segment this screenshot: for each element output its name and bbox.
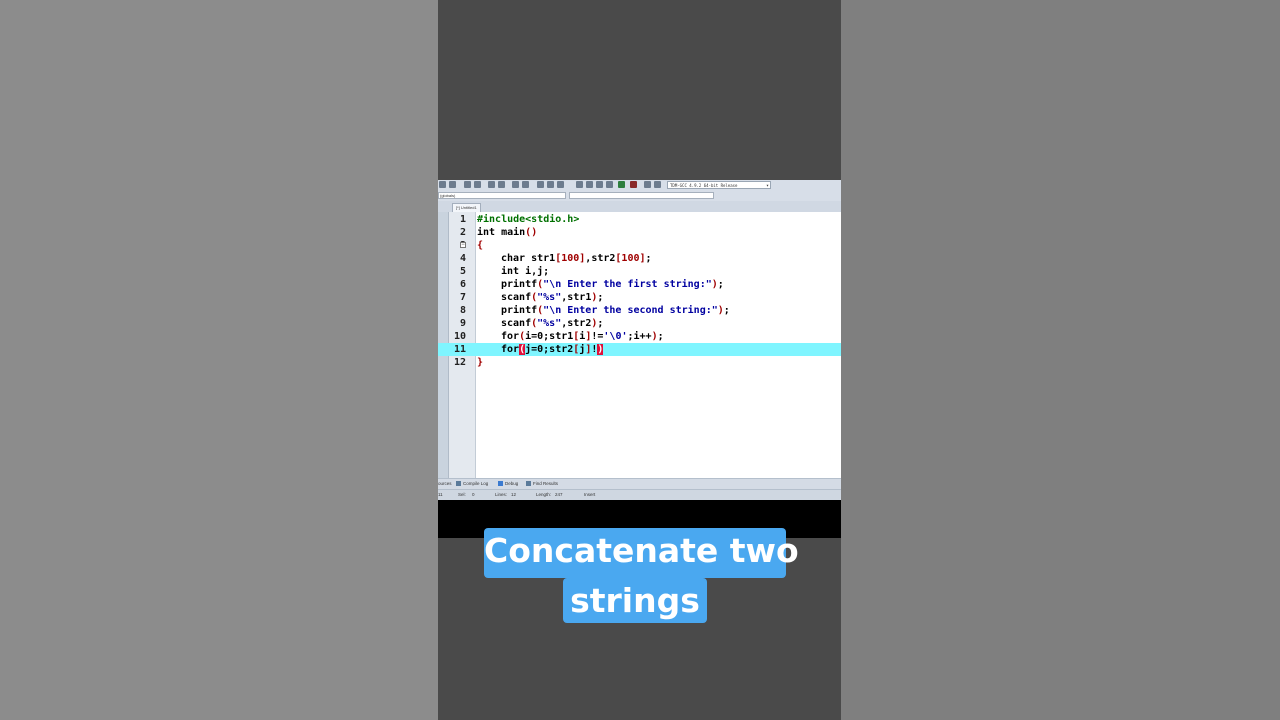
- undo-icon[interactable]: [464, 181, 471, 188]
- line-number: 1: [459, 214, 466, 225]
- line-number: 7: [459, 292, 466, 303]
- code-editor[interactable]: 1 #include<stdio.h> 2 int main() 3 − { 4…: [438, 212, 841, 478]
- status-sel-value: 0: [472, 492, 475, 497]
- line-number: 10: [453, 331, 466, 342]
- save-icon[interactable]: [449, 181, 456, 188]
- code-text: for(j=0;str2[j]!): [501, 344, 604, 355]
- fold-minus-icon[interactable]: −: [460, 242, 466, 248]
- code-line-2[interactable]: 2 int main(): [460, 226, 841, 239]
- class-toolbar: (globals): [438, 191, 841, 201]
- line-number: 5: [459, 266, 466, 277]
- chart-icon[interactable]: [644, 181, 651, 188]
- tab-compile-log[interactable]: Compile Log: [456, 479, 488, 489]
- code-line-3[interactable]: 3 − {: [460, 239, 841, 252]
- code-area[interactable]: 1 #include<stdio.h> 2 int main() 3 − { 4…: [438, 212, 841, 478]
- member-combo[interactable]: [569, 192, 714, 199]
- tab-resources[interactable]: ources: [438, 479, 452, 489]
- tab-find-results-label: Find Results: [533, 481, 559, 486]
- code-line-8[interactable]: 8 printf("\n Enter the second string:");: [460, 304, 841, 317]
- tab-debug[interactable]: Debug: [498, 479, 518, 489]
- code-line-1[interactable]: 1 #include<stdio.h>: [460, 213, 841, 226]
- code-text: #include<stdio.h>: [477, 214, 580, 225]
- code-text: scanf("%s",str1);: [501, 292, 604, 303]
- code-text: char str1[100],str2[100];: [501, 253, 652, 264]
- code-line-9[interactable]: 9 scanf("%s",str2);: [460, 317, 841, 330]
- status-sel-label: Sel:: [458, 492, 466, 497]
- line-number: 11: [453, 344, 466, 355]
- status-line: 11: [438, 492, 443, 497]
- tab-compile-log-label: Compile Log: [463, 481, 489, 486]
- code-line-12[interactable]: 12 }: [454, 356, 841, 369]
- compiler-select-value: TDM-GCC 4.9.2 64-bit Release: [670, 183, 738, 188]
- rebuild-icon[interactable]: [606, 181, 613, 188]
- line-number: 9: [459, 318, 466, 329]
- open-icon[interactable]: [439, 181, 446, 188]
- stop-icon[interactable]: [630, 181, 637, 188]
- code-line-6[interactable]: 6 printf("\n Enter the first string:");: [460, 278, 841, 291]
- toggle-icon[interactable]: [557, 181, 564, 188]
- tab-debug-label: Debug: [505, 481, 519, 486]
- check-icon[interactable]: [618, 181, 625, 188]
- tab-find-results[interactable]: Find Results: [526, 479, 558, 489]
- code-text: for(i=0;str1[i]!='\0';i++);: [501, 331, 664, 342]
- compiler-select[interactable]: TDM-GCC 4.9.2 64-bit Release ▾: [667, 181, 771, 189]
- right-blur-panel: [841, 0, 1280, 720]
- line-number: 2: [459, 227, 466, 238]
- code-line-5[interactable]: 5 int i,j;: [460, 265, 841, 278]
- status-length-label: Length:: [536, 492, 552, 497]
- code-line-11-current[interactable]: 11 for(j=0;str2[j]!): [438, 343, 841, 356]
- editor-tabbar: [*] Untitled1: [438, 201, 841, 212]
- profile-icon[interactable]: [654, 181, 661, 188]
- code-text: int main(): [477, 227, 538, 238]
- status-lines-value: 12: [511, 492, 517, 497]
- status-mode: Insert: [584, 492, 596, 497]
- unindent-icon[interactable]: [522, 181, 529, 188]
- ide-window: TDM-GCC 4.9.2 64-bit Release ▾ (globals)…: [438, 180, 841, 500]
- code-line-7[interactable]: 7 scanf("%s",str1);: [460, 291, 841, 304]
- redo-icon[interactable]: [474, 181, 481, 188]
- code-text: }: [477, 357, 484, 368]
- run-icon[interactable]: [586, 181, 593, 188]
- status-length-value: 247: [555, 492, 563, 497]
- code-text: scanf("%s",str2);: [501, 318, 604, 329]
- line-number: 6: [459, 279, 466, 290]
- compile-icon[interactable]: [576, 181, 583, 188]
- code-line-10[interactable]: 10 for(i=0;str1[i]!='\0';i++);: [454, 330, 841, 343]
- code-text: {: [477, 240, 484, 251]
- caption-line-1: Concatenate two: [484, 528, 799, 578]
- tab-untitled1[interactable]: [*] Untitled1: [452, 203, 481, 212]
- find-icon[interactable]: [488, 181, 495, 188]
- line-number: 12: [453, 357, 466, 368]
- code-text: printf("\n Enter the second string:");: [501, 305, 730, 316]
- status-lines-label: Lines:: [495, 492, 508, 497]
- debug-check-icon: [498, 481, 503, 487]
- replace-icon[interactable]: [498, 181, 505, 188]
- caption-line-2: strings: [563, 578, 707, 623]
- compile-log-icon: [456, 481, 461, 487]
- class-combo-value: (globals): [440, 193, 456, 198]
- compile-run-icon[interactable]: [596, 181, 603, 188]
- line-number: 4: [459, 253, 466, 264]
- chevron-down-icon: ▾: [765, 183, 769, 189]
- line-number: 8: [459, 305, 466, 316]
- code-text: printf("\n Enter the first string:");: [501, 279, 724, 290]
- status-bar: 11 Sel: 0 Lines: 12 Length: 247 Insert: [438, 489, 841, 500]
- class-combo[interactable]: (globals): [438, 192, 566, 199]
- code-line-4[interactable]: 4 char str1[100],str2[100];: [460, 252, 841, 265]
- indent-icon[interactable]: [512, 181, 519, 188]
- left-blur-panel: [0, 0, 438, 720]
- find-results-icon: [526, 481, 531, 487]
- code-text: int i,j;: [501, 266, 550, 277]
- goto-icon[interactable]: [547, 181, 554, 188]
- bookmark-icon[interactable]: [537, 181, 544, 188]
